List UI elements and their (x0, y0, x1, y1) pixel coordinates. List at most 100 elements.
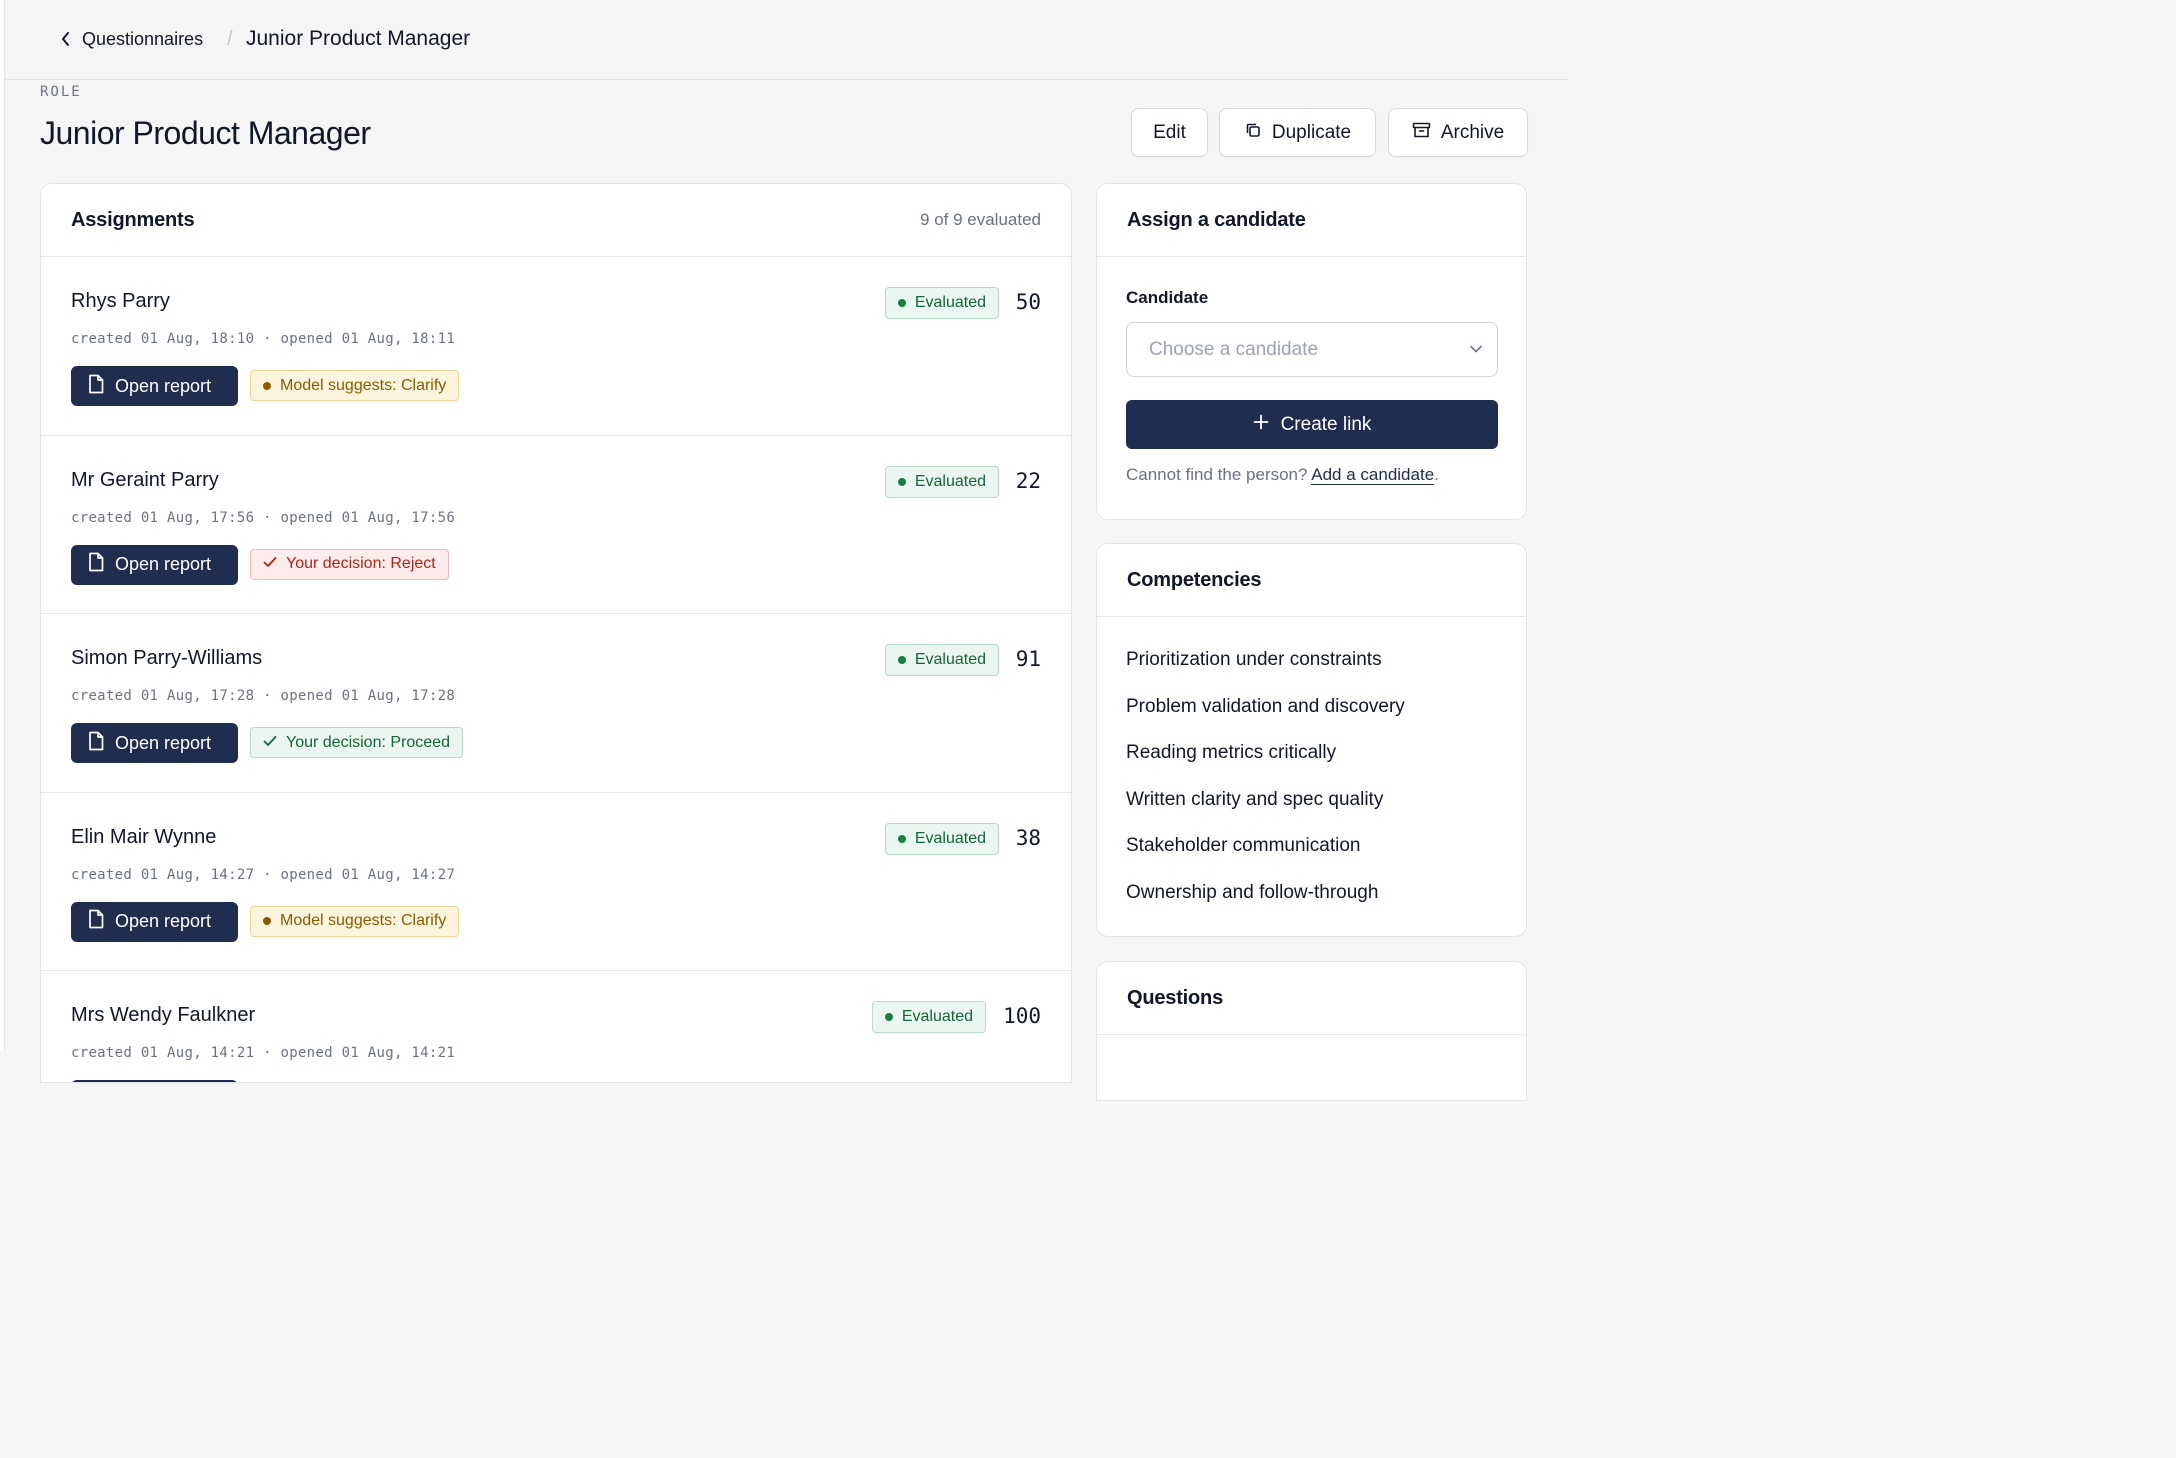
candidate-name[interactable]: Mr Geraint Parry (71, 468, 219, 492)
edit-button[interactable]: Edit (1131, 108, 1208, 157)
assignments-title: Assignments (71, 208, 195, 231)
questions-card: Questions (1096, 961, 1527, 1101)
competency-item: Written clarity and spec quality (1126, 788, 1384, 810)
status-badge: Evaluated (884, 822, 999, 855)
check-icon (263, 555, 277, 573)
chevron-down-icon (1469, 341, 1483, 359)
breadcrumb-questionnaires-link[interactable]: Questionnaires (82, 27, 203, 51)
competency-item: Prioritization under constraints (1126, 649, 1382, 670)
assignments-list: Rhys Parry created 01 Aug, 18:10 · opene… (41, 257, 1071, 1082)
archive-icon (1412, 121, 1431, 145)
candidate-name[interactable]: Simon Parry-Williams (71, 646, 262, 670)
create-link-label: Create link (1280, 413, 1372, 435)
open-report-label: Open report (115, 911, 212, 931)
status-dot-icon (897, 834, 906, 843)
competencies-header: Competencies (1097, 544, 1526, 617)
questions-header: Questions (1097, 962, 1526, 1035)
decision-tag: Model suggests: Clarify (250, 370, 460, 401)
document-icon (88, 909, 104, 934)
decision-tag: Your decision: Proceed (250, 727, 463, 758)
archive-button-label: Archive (1440, 121, 1505, 143)
breadcrumb-separator: / (227, 28, 233, 50)
assign-candidate-title: Assign a candidate (1127, 208, 1306, 231)
assignment-row: Elin Mair Wynne created 01 Aug, 14:27 · … (41, 793, 1071, 971)
dot-icon (263, 381, 271, 390)
help-text-end: . (1434, 465, 1439, 484)
back-chevron-icon[interactable] (55, 27, 77, 51)
assignment-row: Rhys Parry created 01 Aug, 18:10 · opene… (41, 257, 1071, 436)
dot-icon (263, 917, 271, 925)
competency-item: Problem validation and discovery (1126, 695, 1405, 717)
competency-item: Ownership and follow-through (1126, 881, 1379, 903)
add-candidate-link[interactable]: Add a candidate (1311, 465, 1435, 485)
document-icon (88, 731, 104, 756)
assignment-timestamps: created 01 Aug, 14:27 · opened 01 Aug, 1… (71, 866, 456, 883)
help-text: Cannot find the person? (1126, 465, 1308, 484)
decision-tag: Model suggests: Clarify (250, 905, 460, 937)
document-icon (88, 374, 104, 399)
status-label: Evaluated (914, 651, 986, 668)
competency-item: Reading metrics critically (1126, 742, 1337, 763)
decision-tag-label: Your decision: Reject (286, 555, 436, 572)
status-badge: Evaluated (871, 1001, 986, 1033)
assignments-card: Assignments 9 of 9 evaluated Rhys Parry … (40, 183, 1072, 1083)
assignment-row: Mrs Wendy Faulkner created 01 Aug, 14:21… (41, 971, 1071, 1082)
status-badge: Evaluated (884, 465, 999, 498)
page-title: Junior Product Manager (40, 115, 371, 151)
candidate-name[interactable]: Elin Mair Wynne (71, 825, 216, 849)
duplicate-button-label: Duplicate (1271, 121, 1352, 143)
assignment-timestamps: created 01 Aug, 18:10 · opened 01 Aug, 1… (71, 331, 456, 347)
copy-icon (1244, 121, 1262, 145)
help-line: Cannot find the person? Add a candidate. (1126, 465, 1439, 485)
candidate-name[interactable]: Rhys Parry (71, 289, 170, 313)
document-icon (88, 552, 104, 577)
create-link-button[interactable]: Create link (1126, 400, 1498, 449)
open-report-button[interactable]: Open report (71, 544, 238, 585)
duplicate-button[interactable]: Duplicate (1219, 108, 1376, 157)
competencies-title: Competencies (1127, 568, 1262, 591)
status-dot-icon (884, 1013, 893, 1021)
candidate-field-label: Candidate (1126, 288, 1209, 307)
decision-tag: Your decision: Reject (250, 548, 449, 580)
open-report-label: Open report (115, 732, 212, 753)
assignment-timestamps: created 01 Aug, 17:56 · opened 01 Aug, 1… (71, 509, 456, 526)
window-edge (0, 0, 5, 1051)
breadcrumb-current: Junior Product Manager (246, 27, 471, 50)
score-value: 91 (1015, 647, 1041, 671)
assignment-timestamps: created 01 Aug, 17:28 · opened 01 Aug, 1… (71, 688, 456, 704)
page-eyebrow: ROLE (40, 84, 82, 100)
status-label: Evaluated (914, 829, 986, 847)
competencies-card: Competencies Prioritization under constr… (1096, 543, 1527, 937)
score-value: 38 (1015, 825, 1041, 850)
score-value: 100 (1003, 1004, 1041, 1028)
questions-title: Questions (1127, 986, 1223, 1009)
open-report-label: Open report (115, 375, 212, 396)
status-label: Evaluated (914, 294, 986, 311)
score-value: 22 (1015, 468, 1041, 493)
status-label: Evaluated (901, 1008, 973, 1025)
assignment-timestamps: created 01 Aug, 14:21 · opened 01 Aug, 1… (71, 1045, 456, 1061)
candidate-name[interactable]: Mrs Wendy Faulkner (71, 1003, 255, 1027)
candidate-select-placeholder: Choose a candidate (1149, 338, 1319, 360)
score-value: 50 (1015, 290, 1041, 314)
competency-item: Stakeholder communication (1126, 835, 1361, 856)
status-dot-icon (897, 477, 906, 486)
decision-tag-label: Your decision: Proceed (286, 733, 450, 751)
status-dot-icon (897, 299, 906, 307)
open-report-button[interactable]: Open report (71, 901, 238, 942)
competencies-list: Prioritization under constraints Problem… (1097, 617, 1526, 926)
open-report-button[interactable]: Open report (71, 366, 238, 406)
archive-button[interactable]: Archive (1388, 108, 1528, 157)
check-icon (263, 734, 277, 752)
decision-tag-label: Model suggests: Clarify (280, 912, 447, 929)
assignment-row: Simon Parry-Williams created 01 Aug, 17:… (41, 614, 1071, 793)
assignments-summary: 9 of 9 evaluated (920, 210, 1041, 229)
top-bar: Questionnaires / Junior Product Manager (5, 0, 1568, 80)
candidate-select[interactable]: Choose a candidate (1126, 322, 1498, 377)
assignments-header: Assignments 9 of 9 evaluated (41, 184, 1071, 257)
decision-tag-label: Model suggests: Clarify (280, 376, 447, 394)
open-report-button[interactable]: Open report (71, 1080, 238, 1082)
open-report-button[interactable]: Open report (71, 723, 238, 763)
status-badge: Evaluated (884, 287, 999, 319)
assign-candidate-card: Assign a candidate Candidate Choose a ca… (1096, 183, 1527, 520)
